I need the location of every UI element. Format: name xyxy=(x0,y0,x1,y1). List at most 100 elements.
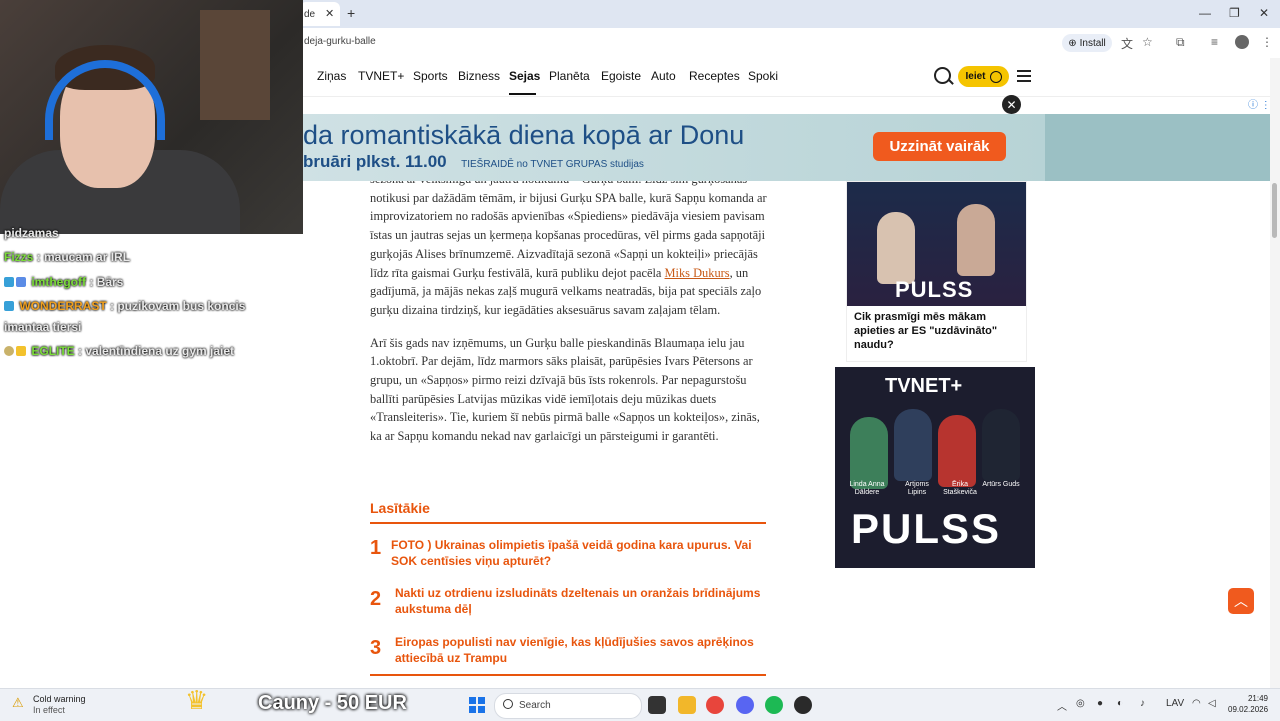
promo-caption[interactable]: Cik prasmīgi mēs mākam apieties ar ES "u… xyxy=(854,310,1019,352)
nav-item-auto[interactable]: Auto xyxy=(651,69,676,83)
active-nav-underline xyxy=(509,93,536,95)
nav-item-zinas[interactable]: Ziņas xyxy=(317,69,346,83)
microphone-icon[interactable]: ♪ xyxy=(1140,698,1145,709)
login-button[interactable]: Ieiet xyxy=(958,66,1009,87)
chat-text: : valentīndiena uz gym jaiet xyxy=(74,344,235,358)
page-scrollbar[interactable] xyxy=(1270,58,1280,688)
obs-icon[interactable] xyxy=(794,696,812,714)
cast-figure xyxy=(894,409,932,481)
most-read-number: 2 xyxy=(370,588,382,610)
host-figure xyxy=(877,212,915,284)
nav-item-tvnet-plus[interactable]: TVNET+ xyxy=(358,69,404,83)
ad-live-text: TIEŠRAIDĒ no TVNET GRUPAS studijas xyxy=(461,159,644,170)
taskbar-clock[interactable]: 21:49 09.02.2026 xyxy=(1228,693,1268,715)
nav-item-receptes[interactable]: Receptes xyxy=(689,69,740,83)
cast-figure xyxy=(982,409,1020,481)
ad-title: da romantiskākā diena kopā ar Donu xyxy=(303,120,745,150)
spotify-icon[interactable] xyxy=(765,696,783,714)
search-icon[interactable] xyxy=(934,67,951,84)
most-read-number: 3 xyxy=(370,637,382,659)
tvnet-plus-logo: TVNET+ xyxy=(885,375,963,397)
article-body: sezonā ar veiksmīgu un jautru notikumu –… xyxy=(370,170,768,460)
minimize-button[interactable]: — xyxy=(1199,6,1211,20)
steam-icon[interactable]: ● xyxy=(1097,698,1103,709)
nav-item-planeta[interactable]: Planēta xyxy=(549,69,590,83)
chat-badge-icon xyxy=(16,277,26,287)
most-read-link[interactable]: Nakti uz otrdienu izsludināts dzeltenais… xyxy=(395,585,765,617)
volume-icon[interactable]: ◁ xyxy=(1208,698,1216,709)
close-ad-icon[interactable]: ✕ xyxy=(1002,95,1021,114)
nav-item-egoiste[interactable]: Egoiste xyxy=(601,69,641,83)
browser-menu-icon[interactable]: ⋮ xyxy=(1261,35,1273,49)
tab-close-icon[interactable]: ✕ xyxy=(325,7,334,20)
ad-date: bruāri plkst. 11.00 xyxy=(303,152,447,171)
tray-app-icon[interactable]: ◎ xyxy=(1076,698,1085,709)
language-indicator[interactable]: LAV xyxy=(1166,698,1184,709)
chrome-icon[interactable] xyxy=(706,696,724,714)
chat-badge-icon xyxy=(4,346,14,356)
chat-text: : maucam ar IRL xyxy=(33,250,131,264)
close-window-button[interactable]: ✕ xyxy=(1259,6,1269,20)
new-tab-button[interactable]: + xyxy=(347,5,355,21)
reading-list-icon[interactable]: ≡ xyxy=(1211,35,1218,49)
most-read-link[interactable]: Eiropas populisti nav vienīgie, kas kļūd… xyxy=(395,634,765,666)
chat-message: imantaa tiersi xyxy=(4,320,81,334)
clock-date: 09.02.2026 xyxy=(1228,705,1269,714)
taskbar-search[interactable]: Search xyxy=(494,693,642,719)
nav-item-sejas[interactable]: Sejas xyxy=(509,69,540,83)
article-paragraph: sezonā ar veiksmīgu un jautru notikumu –… xyxy=(370,170,768,320)
nav-item-spoki[interactable]: Spoki xyxy=(748,69,778,83)
ad-learn-more-button[interactable]: Uzzināt vairāk xyxy=(873,132,1006,161)
chat-badge-icon xyxy=(4,277,14,287)
search-placeholder: Search xyxy=(519,700,551,711)
install-icon: ⊕ xyxy=(1068,37,1077,49)
translate-icon[interactable]: 文 xyxy=(1121,35,1133,52)
chat-text: : puzikovam bus koncis xyxy=(106,299,246,313)
login-label: Ieiet xyxy=(965,71,986,82)
tvnet-pulss-ad[interactable]: TVNET+ Linda Anna Dāldere Artjoms Lipins… xyxy=(835,367,1035,568)
hamburger-menu-icon[interactable] xyxy=(1017,70,1031,82)
most-read-link[interactable]: FOTO ) Ukrainas olimpietis īpašā veidā g… xyxy=(391,537,761,569)
bookmark-star-icon[interactable]: ☆ xyxy=(1142,35,1153,49)
ad-banner-right xyxy=(1045,114,1280,181)
clock-time: 21:49 xyxy=(1247,694,1268,703)
scroll-to-top-button[interactable]: ︿ xyxy=(1228,588,1254,614)
cast-name: Artjoms Lipins xyxy=(905,481,929,496)
chat-badge-icon xyxy=(16,346,26,356)
scrollbar-thumb[interactable] xyxy=(1272,183,1277,238)
profile-avatar[interactable] xyxy=(1235,35,1249,49)
url-field[interactable]: deja-gurku-balle xyxy=(304,36,376,47)
cast-name: Artūrs Guds xyxy=(982,481,1020,488)
tray-overflow-icon[interactable]: ︿ xyxy=(1057,698,1067,713)
chat-message: EGLITE : valentīndiena uz gym jaiet xyxy=(4,344,234,358)
nav-item-bizness[interactable]: Bizness xyxy=(458,69,500,83)
pulss-promo-card[interactable]: PULSS Cik prasmīgi mēs mākam apieties ar… xyxy=(846,181,1027,362)
article-paragraph-2: Arī šis gads nav izņēmums, un Gurķu ball… xyxy=(370,335,760,444)
most-read-title: Lasītākie xyxy=(370,500,430,516)
ad-info-icon[interactable]: ⓘ ⋮ xyxy=(1248,96,1271,111)
extensions-icon[interactable]: ⧉ xyxy=(1176,35,1185,50)
windows-start-icon[interactable] xyxy=(469,697,485,713)
install-button[interactable]: ⊕ Install xyxy=(1062,34,1112,52)
maximize-button[interactable]: ❐ xyxy=(1229,6,1240,20)
most-read-divider xyxy=(370,522,766,524)
cast-name: Linda Anna Dāldere xyxy=(849,481,885,496)
wifi-icon[interactable]: ◠ xyxy=(1192,698,1201,709)
chat-message: imthegoff : Bārs xyxy=(4,275,123,289)
file-explorer-icon[interactable] xyxy=(678,696,696,714)
pulss-big-logo: PULSS xyxy=(851,505,1002,552)
chat-username: Fizzs xyxy=(4,250,34,264)
miks-dukurs-link[interactable]: Miks Dukurs xyxy=(665,266,730,280)
nav-item-sports[interactable]: Sports xyxy=(413,69,448,83)
donation-alert: Cauny - 50 EUR xyxy=(258,692,407,714)
network-icon[interactable]: ◐ xyxy=(1117,698,1123,709)
cast-image xyxy=(850,409,1020,489)
weather-title[interactable]: Cold warning xyxy=(33,694,86,704)
chat-text: pidzamas xyxy=(4,226,59,240)
browser-tab[interactable]: de ✕ xyxy=(300,2,340,26)
task-view-icon[interactable] xyxy=(648,696,666,714)
ad-banner[interactable]: da romantiskākā diena kopā ar Donu bruār… xyxy=(303,114,1045,181)
most-read-number: 1 xyxy=(370,537,382,559)
warning-icon: ⚠ xyxy=(12,695,24,710)
discord-icon[interactable] xyxy=(736,696,754,714)
